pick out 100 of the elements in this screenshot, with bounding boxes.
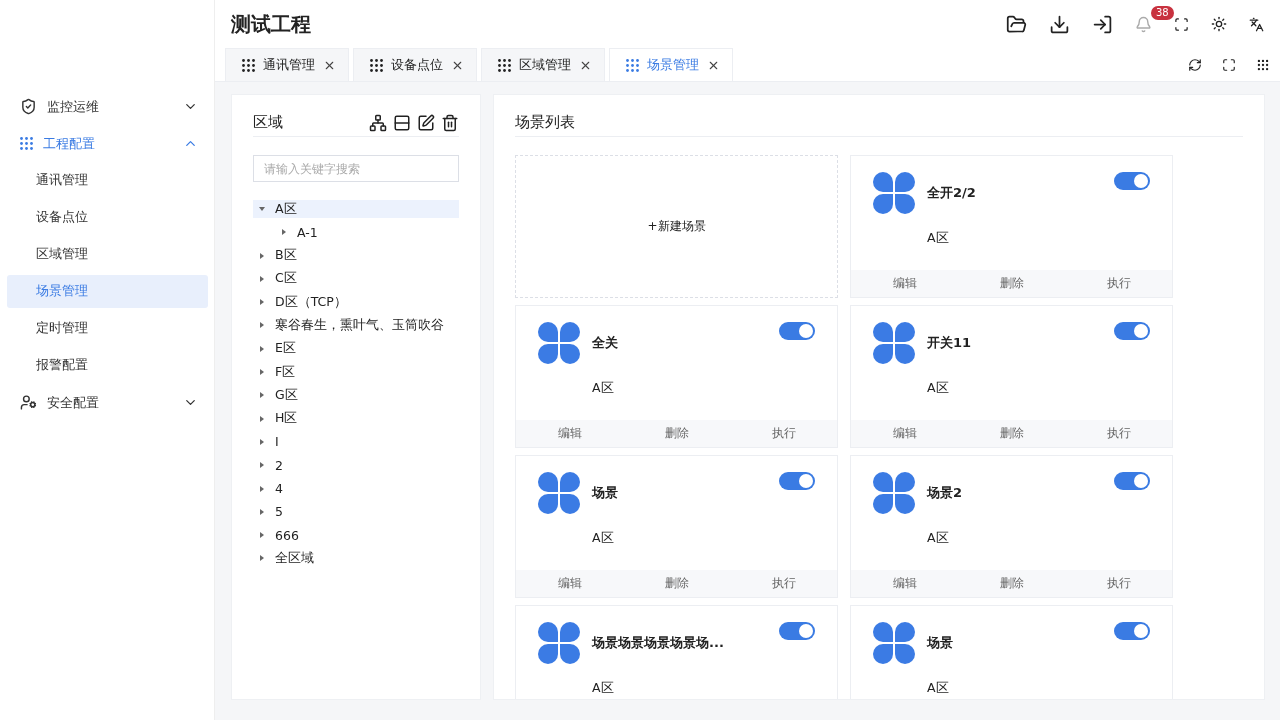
edit-icon[interactable] xyxy=(417,113,435,132)
grid-icon xyxy=(242,58,255,72)
card-action[interactable]: 编辑 xyxy=(851,570,958,597)
card-action[interactable]: 删除 xyxy=(623,420,730,447)
fullscreen-icon[interactable] xyxy=(1174,16,1189,32)
clover-icon xyxy=(873,622,915,664)
tree-node[interactable]: E区 xyxy=(253,339,459,358)
tree-node[interactable]: H区 xyxy=(253,409,459,428)
new-scene-button[interactable]: +新建场景 xyxy=(515,155,838,298)
card-action[interactable]: 删除 xyxy=(958,270,1065,297)
tree-node[interactable]: B区 xyxy=(253,246,459,265)
clover-icon xyxy=(873,472,915,514)
toggle-switch[interactable] xyxy=(779,622,815,640)
tree-node[interactable]: 4 xyxy=(253,479,459,498)
tree-node[interactable]: 寒谷春生，熏叶气、玉筒吹谷 xyxy=(253,316,459,335)
caret-icon[interactable] xyxy=(259,369,265,376)
scene-area: A区 xyxy=(592,680,724,697)
toggle-switch[interactable] xyxy=(779,322,815,340)
rows-icon[interactable] xyxy=(393,113,411,132)
menu-group[interactable]: 工程配置 xyxy=(0,125,214,162)
scene-name: 场景场景场景场景场... xyxy=(592,634,724,652)
scene-name: 开关11 xyxy=(927,334,972,352)
caret-icon[interactable] xyxy=(259,438,265,445)
caret-icon[interactable] xyxy=(259,299,265,306)
clover-icon xyxy=(873,322,915,364)
tab[interactable]: 区域管理 xyxy=(481,48,605,81)
scene-area: A区 xyxy=(927,380,972,397)
clover-icon xyxy=(538,322,580,364)
notification-badge: 38 xyxy=(1151,5,1174,20)
folder-icon[interactable] xyxy=(1006,13,1027,35)
caret-icon[interactable] xyxy=(259,275,265,282)
card-action[interactable]: 删除 xyxy=(958,420,1065,447)
tree-node[interactable]: A-1 xyxy=(253,223,459,242)
refresh-icon[interactable] xyxy=(1188,57,1202,72)
expand-icon[interactable] xyxy=(1222,57,1236,72)
caret-icon[interactable] xyxy=(259,532,265,539)
menu-group[interactable]: 监控运维 xyxy=(0,88,214,125)
menu-item[interactable]: 定时管理 xyxy=(7,312,208,345)
caret-icon[interactable] xyxy=(259,462,265,469)
tree-node[interactable]: D区（TCP） xyxy=(253,293,459,312)
scene-area: A区 xyxy=(592,380,618,397)
tree-node[interactable]: G区 xyxy=(253,386,459,405)
toggle-switch[interactable] xyxy=(1114,322,1150,340)
card-action[interactable]: 编辑 xyxy=(851,270,958,297)
tab[interactable]: 设备点位 xyxy=(353,48,477,81)
card-action[interactable]: 执行 xyxy=(730,570,837,597)
toggle-switch[interactable] xyxy=(779,472,815,490)
menu-item[interactable]: 场景管理 xyxy=(7,275,208,308)
caret-icon[interactable] xyxy=(281,229,287,236)
tab[interactable]: 通讯管理 xyxy=(225,48,349,81)
tree-node[interactable]: F区 xyxy=(253,363,459,382)
tree-node[interactable]: A区 xyxy=(253,200,459,218)
caret-icon[interactable] xyxy=(259,392,265,399)
caret-icon[interactable] xyxy=(259,345,265,352)
tree-node[interactable]: C区 xyxy=(253,269,459,288)
scene-name: 全开2/2 xyxy=(927,184,976,202)
card-action[interactable]: 编辑 xyxy=(516,570,623,597)
shield-icon xyxy=(20,98,37,115)
panel-title: 区域 xyxy=(253,113,284,132)
caret-icon[interactable] xyxy=(259,485,265,492)
menu-item[interactable]: 区域管理 xyxy=(7,238,208,271)
toggle-switch[interactable] xyxy=(1114,622,1150,640)
card-action[interactable]: 编辑 xyxy=(851,420,958,447)
card-action[interactable]: 删除 xyxy=(958,570,1065,597)
caret-icon[interactable] xyxy=(259,252,265,259)
hierarchy-icon[interactable] xyxy=(369,113,387,132)
card-action[interactable]: 执行 xyxy=(1065,570,1172,597)
grid-icon[interactable] xyxy=(1256,57,1270,72)
tree-node[interactable]: 全区域 xyxy=(253,549,459,568)
caret-icon[interactable] xyxy=(259,508,265,515)
scene-name: 场景2 xyxy=(927,484,963,502)
download-icon[interactable] xyxy=(1049,13,1070,35)
import-icon[interactable] xyxy=(1092,13,1113,35)
card-action[interactable]: 编辑 xyxy=(516,420,623,447)
caret-icon[interactable] xyxy=(259,322,265,329)
card-action[interactable]: 删除 xyxy=(623,570,730,597)
caret-icon[interactable] xyxy=(259,555,265,562)
toggle-switch[interactable] xyxy=(1114,472,1150,490)
menu-item[interactable]: 通讯管理 xyxy=(7,164,208,197)
clover-icon xyxy=(873,172,915,214)
caret-icon[interactable] xyxy=(259,206,265,212)
sun-icon[interactable] xyxy=(1211,16,1227,32)
translate-icon[interactable] xyxy=(1249,16,1264,32)
menu-item[interactable]: 报警配置 xyxy=(7,349,208,382)
card-action[interactable]: 执行 xyxy=(730,420,837,447)
user-settings-icon xyxy=(20,394,37,411)
tree-node[interactable]: 5 xyxy=(253,502,459,521)
menu-item[interactable]: 设备点位 xyxy=(7,201,208,234)
menu-group[interactable]: 安全配置 xyxy=(0,384,214,421)
grid-icon xyxy=(20,137,33,150)
card-action[interactable]: 执行 xyxy=(1065,270,1172,297)
tree-node[interactable]: 666 xyxy=(253,526,459,545)
tab[interactable]: 场景管理 xyxy=(609,48,733,81)
tree-node[interactable]: I xyxy=(253,432,459,451)
search-field[interactable]: 请输入关键字搜索 xyxy=(253,155,459,182)
card-action[interactable]: 执行 xyxy=(1065,420,1172,447)
trash-icon[interactable] xyxy=(441,113,459,132)
tree-node[interactable]: 2 xyxy=(253,456,459,475)
caret-icon[interactable] xyxy=(259,415,265,422)
toggle-switch[interactable] xyxy=(1114,172,1150,190)
